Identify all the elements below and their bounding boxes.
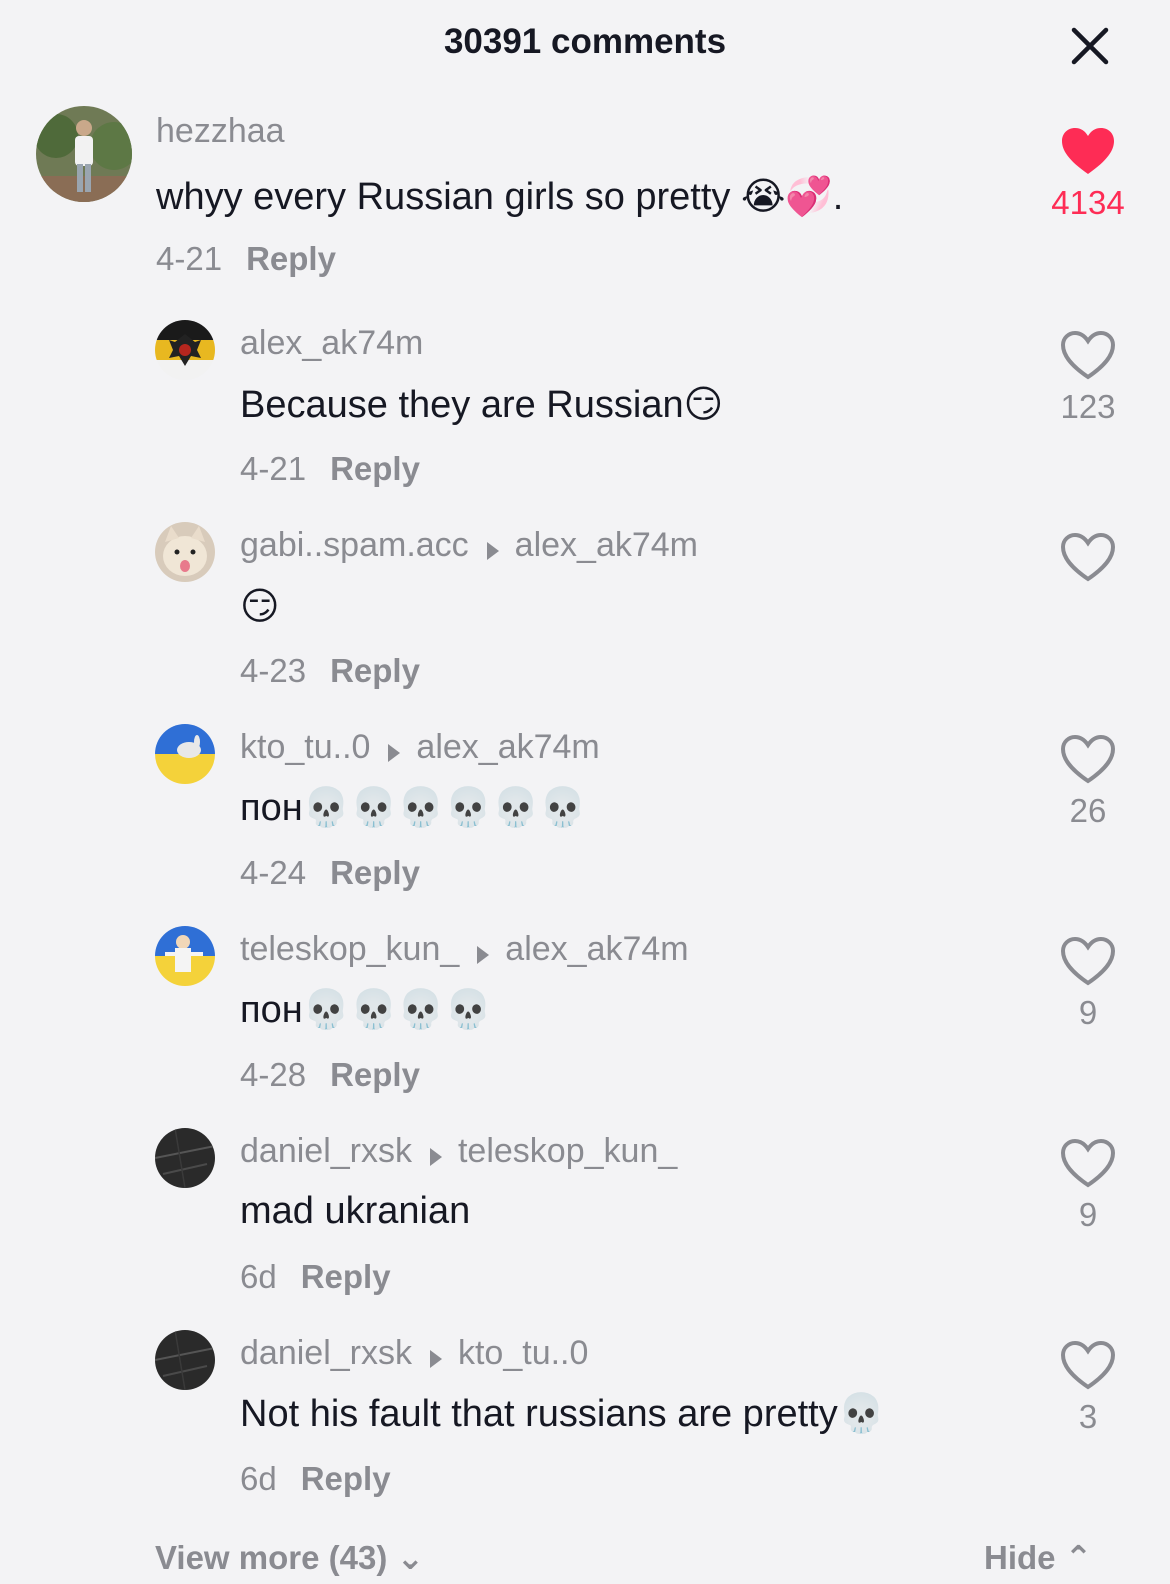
like-count: 9 <box>1078 994 1098 1031</box>
replies-controls: View more (43) ⌄ Hide ⌃ <box>0 1538 1170 1584</box>
reply-button[interactable]: Reply <box>301 1258 391 1295</box>
comment-date: 4-21 <box>240 450 307 487</box>
view-more-replies-button[interactable]: View more (43) ⌄ <box>155 1538 424 1577</box>
comments-header: 30391 comments <box>0 0 1170 92</box>
reply-button[interactable]: Reply <box>301 1460 391 1497</box>
comment-date: 4-28 <box>240 1056 307 1093</box>
avatar[interactable] <box>155 522 215 582</box>
like-button[interactable]: 9 <box>1040 1138 1136 1234</box>
like-button[interactable] <box>1040 532 1136 590</box>
reply-to-username[interactable]: kto_tu..0 <box>458 1334 588 1372</box>
comment-username[interactable]: daniel_rxsk <box>240 1132 412 1170</box>
comment-date: 6d <box>240 1460 277 1497</box>
reply-button[interactable]: Reply <box>330 652 420 689</box>
reply-button[interactable]: Reply <box>330 854 420 891</box>
avatar[interactable] <box>155 724 215 784</box>
hide-replies-button[interactable]: Hide ⌃ <box>984 1538 1092 1577</box>
reply-to-username[interactable]: alex_ak74m <box>416 728 599 766</box>
reply-to-username[interactable]: alex_ak74m <box>505 930 688 968</box>
comment-username[interactable]: alex_ak74m <box>240 324 423 362</box>
avatar[interactable] <box>155 926 215 986</box>
like-count: 4134 <box>1051 184 1125 221</box>
comment-date: 6d <box>240 1258 277 1295</box>
comment-text: whyy every Russian girls so pretty 😭💞. <box>156 176 844 218</box>
reply-arrow-icon <box>388 743 401 762</box>
like-count: 123 <box>1060 388 1116 425</box>
avatar[interactable] <box>155 1128 215 1188</box>
reply-button[interactable]: Reply <box>246 240 336 277</box>
close-icon[interactable] <box>1068 24 1112 68</box>
comment-username[interactable]: daniel_rxsk <box>240 1334 412 1372</box>
comment-text: Not his fault that russians are pretty💀 <box>240 1393 886 1435</box>
like-button[interactable]: 123 <box>1040 330 1136 426</box>
comment-text: mad ukranian <box>240 1190 471 1232</box>
comment-text: пон💀💀💀💀 <box>240 989 492 1031</box>
comment-text: 😏 <box>240 586 280 628</box>
reply-arrow-icon <box>477 945 490 964</box>
heart-outline-icon <box>1060 1138 1116 1188</box>
reply-button[interactable]: Reply <box>330 450 420 487</box>
reply-arrow-icon <box>429 1349 442 1368</box>
reply-to-username[interactable]: teleskop_kun_ <box>458 1132 677 1170</box>
comment-text: Because they are Russian😏 <box>240 384 724 426</box>
comment-text: пон💀💀💀💀💀💀 <box>240 787 587 829</box>
avatar[interactable] <box>36 106 132 202</box>
heart-filled-icon <box>1062 128 1114 174</box>
like-button[interactable]: 3 <box>1040 1340 1136 1436</box>
reply-button[interactable]: Reply <box>330 1056 420 1093</box>
reply-arrow-icon <box>429 1147 442 1166</box>
avatar[interactable] <box>155 1330 215 1390</box>
like-button[interactable]: 9 <box>1040 936 1136 1032</box>
like-count: 3 <box>1078 1398 1098 1435</box>
comment-date: 4-24 <box>240 854 307 891</box>
comment-date: 4-23 <box>240 652 307 689</box>
comment-date: 4-21 <box>156 240 223 277</box>
heart-outline-icon <box>1060 330 1116 380</box>
like-button[interactable]: 26 <box>1040 734 1136 830</box>
reply-to-username[interactable]: alex_ak74m <box>515 526 698 564</box>
heart-outline-icon <box>1060 1340 1116 1390</box>
avatar[interactable] <box>155 320 215 380</box>
heart-outline-icon <box>1060 532 1116 582</box>
like-button[interactable]: 4134 <box>1040 126 1136 222</box>
heart-outline-icon <box>1060 936 1116 986</box>
comments-count-title: 30391 comments <box>443 22 727 61</box>
comment-username[interactable]: hezzhaa <box>156 112 285 150</box>
heart-outline-icon <box>1060 734 1116 784</box>
like-count: 26 <box>1069 792 1107 829</box>
comment-username[interactable]: gabi..spam.acc <box>240 526 469 564</box>
comment-username[interactable]: teleskop_kun_ <box>240 930 459 968</box>
comment-username[interactable]: kto_tu..0 <box>240 728 370 766</box>
reply-arrow-icon <box>486 541 499 560</box>
like-count: 9 <box>1078 1196 1098 1233</box>
